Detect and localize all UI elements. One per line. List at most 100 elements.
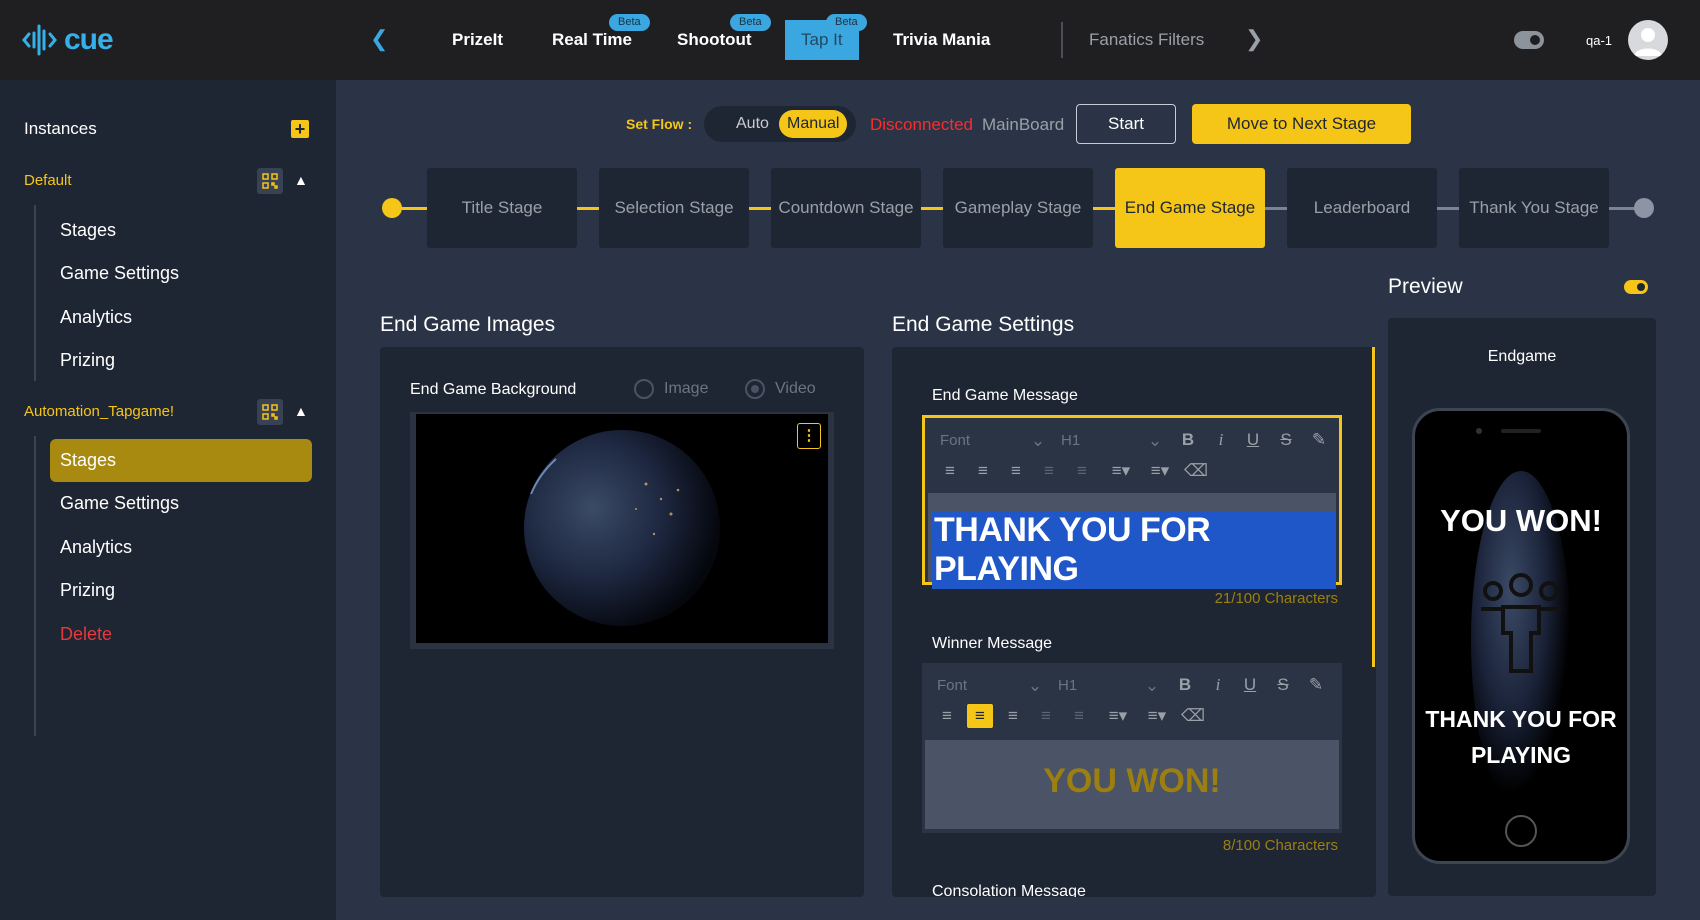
background-label: End Game Background [410,381,577,398]
theme-toggle[interactable] [1514,31,1544,49]
preview-title: Preview [1388,275,1463,298]
sidebar-item-analytics[interactable]: Analytics [60,307,132,328]
stage-start-dot [382,198,402,218]
outdent-icon[interactable]: ≡ [1033,704,1059,728]
font-select[interactable]: Font [937,677,967,694]
font-select[interactable]: Font [940,432,970,449]
underline-icon[interactable]: U [1237,673,1263,697]
sidebar-item-game-settings[interactable]: Game Settings [60,263,179,284]
instance-name-automation[interactable]: Automation_Tapgame! [24,403,174,420]
winner-message-editor[interactable]: Font ⌄ H1 ⌄ B i U S ✎ ≡ ≡ ≡ ≡ ≡ ≡▾ ≡▾ ⌫ … [922,663,1342,833]
flow-option-auto[interactable]: Auto [728,110,777,138]
stage-connector [1265,207,1287,210]
radio-image[interactable]: Image [634,379,708,399]
sidebar-title: Instances [24,119,97,138]
bold-icon[interactable]: B [1175,428,1201,452]
sidebar-item-prizing[interactable]: Prizing [60,350,115,371]
highlight-icon[interactable]: ✎ [1306,428,1332,452]
end-message-text-area[interactable]: THANK YOU FOR PLAYING [928,493,1336,589]
app-logo[interactable]: cue [22,20,114,60]
radio-video[interactable]: Video [745,379,816,399]
sidebar-item-stages[interactable]: Stages [60,220,116,241]
end-message-counter: 21/100 Characters [1214,590,1338,607]
next-stage-button[interactable]: Move to Next Stage [1192,104,1411,144]
sidebar-item-delete[interactable]: Delete [60,624,112,645]
start-button[interactable]: Start [1076,104,1176,144]
sidebar-item-game-settings[interactable]: Game Settings [60,493,179,514]
chevron-up-icon[interactable]: ▲ [294,172,308,188]
tab-fanatics-filters[interactable]: Fanatics Filters [1089,30,1204,50]
strikethrough-icon[interactable]: S [1270,673,1296,697]
tab-trivia-mania[interactable]: Trivia Mania [893,28,990,54]
align-left-icon[interactable]: ≡ [937,459,963,483]
phone-mockup: YOU WON! THANK YOU FOR PLAYING [1412,408,1630,864]
winner-message-text-area[interactable]: YOU WON! [925,740,1339,829]
italic-icon[interactable]: i [1205,673,1231,697]
board-name: MainBoard [982,115,1065,134]
tab-shootout[interactable]: Shootout [677,28,752,54]
bold-icon[interactable]: B [1172,673,1198,697]
chevron-down-icon[interactable]: ⌄ [1142,429,1168,453]
indent-icon[interactable]: ≡ [1069,459,1095,483]
eraser-icon[interactable]: ⌫ [1180,704,1206,728]
numbered-list-icon[interactable]: ≡▾ [1102,704,1134,728]
stage-connector [1609,207,1635,210]
chevron-down-icon[interactable]: ⌄ [1025,429,1051,453]
bullet-list-icon[interactable]: ≡▾ [1141,704,1173,728]
moon-icon [1528,33,1542,47]
stage-title[interactable]: Title Stage [427,168,577,248]
numbered-list-icon[interactable]: ≡▾ [1105,459,1137,483]
chevron-down-icon[interactable]: ⌄ [1139,674,1165,698]
italic-icon[interactable]: i [1208,428,1234,452]
chevron-up-icon[interactable]: ▲ [294,403,308,419]
stage-thank-you[interactable]: Thank You Stage [1459,168,1609,248]
settings-scrollbar[interactable] [1372,347,1375,667]
qr-code-button[interactable] [257,399,283,425]
background-video-preview[interactable] [410,412,834,649]
chevron-right-icon[interactable]: ❯ [1245,26,1263,52]
stage-gameplay[interactable]: Gameplay Stage [943,168,1093,248]
highlight-icon[interactable]: ✎ [1303,673,1329,697]
heading-select[interactable]: H1 [1061,432,1080,449]
end-message-editor[interactable]: Font ⌄ H1 ⌄ B i U S ✎ ≡ ≡ ≡ ≡ ≡ ≡▾ ≡▾ ⌫ … [922,415,1342,589]
sidebar-item-prizing[interactable]: Prizing [60,580,115,601]
sidebar-item-analytics[interactable]: Analytics [60,537,132,558]
sidebar-item-stages[interactable]: Stages [50,439,312,482]
preview-toggle[interactable] [1624,280,1648,294]
tab-prizeit[interactable]: PrizeIt [452,28,503,54]
flow-mode-toggle: Auto Manual [704,106,856,142]
add-instance-button[interactable]: + [291,120,309,138]
outdent-icon[interactable]: ≡ [1036,459,1062,483]
tab-real-time[interactable]: Real Time [552,28,632,54]
bullet-list-icon[interactable]: ≡▾ [1144,459,1176,483]
more-options-icon[interactable]: ⋮ [797,423,821,449]
underline-icon[interactable]: U [1240,428,1266,452]
stage-countdown[interactable]: Countdown Stage [771,168,921,248]
user-icon [1634,28,1662,56]
stage-end-dot [1634,198,1654,218]
align-center-icon[interactable]: ≡ [970,459,996,483]
radio-label: Image [664,380,709,397]
stage-selection[interactable]: Selection Stage [599,168,749,248]
tree-line [34,436,36,736]
chevron-down-icon[interactable]: ⌄ [1022,674,1048,698]
strikethrough-icon[interactable]: S [1273,428,1299,452]
align-right-icon[interactable]: ≡ [1003,459,1029,483]
align-left-icon[interactable]: ≡ [934,704,960,728]
beta-badge: Beta [609,14,650,31]
flow-option-manual[interactable]: Manual [779,110,848,138]
instance-name-default[interactable]: Default [24,172,72,189]
align-right-icon[interactable]: ≡ [1000,704,1026,728]
align-center-icon[interactable]: ≡ [967,704,993,728]
eraser-icon[interactable]: ⌫ [1183,459,1209,483]
chevron-left-icon[interactable]: ❮ [370,26,388,52]
stage-connector [577,207,599,210]
qr-code-button[interactable] [257,168,283,194]
stage-connector [749,207,771,210]
stage-leaderboard[interactable]: Leaderboard [1287,168,1437,248]
avatar[interactable] [1628,20,1668,60]
winner-message-label: Winner Message [932,635,1053,652]
stage-end-game[interactable]: End Game Stage [1115,168,1265,248]
indent-icon[interactable]: ≡ [1066,704,1092,728]
heading-select[interactable]: H1 [1058,677,1077,694]
